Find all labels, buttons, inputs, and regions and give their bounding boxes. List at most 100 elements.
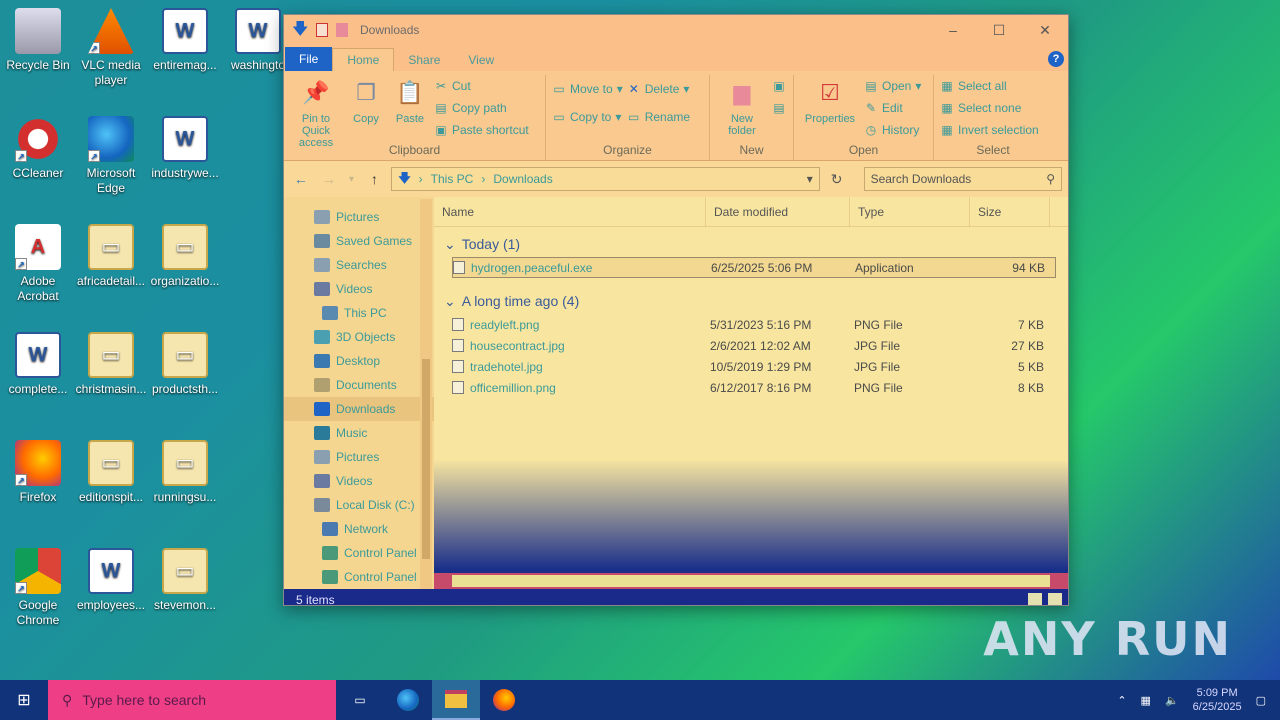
nav-item[interactable]: Saved Games — [284, 229, 434, 253]
new-folder-icon[interactable] — [336, 23, 348, 37]
nav-item[interactable]: Network — [284, 517, 434, 541]
paste-shortcut-button[interactable]: ▣ Paste shortcut — [434, 121, 528, 139]
select-all-button[interactable]: ▦ Select all — [940, 77, 1039, 95]
horizontal-scrollbar[interactable] — [434, 573, 1068, 589]
desktop-icon[interactable]: Wemployees... — [73, 548, 149, 613]
desktop-icon[interactable]: Recycle Bin — [0, 8, 76, 73]
address-dropdown-icon[interactable]: ▾ — [807, 172, 813, 186]
desktop-icon[interactable]: ▭ productsth... — [147, 332, 223, 397]
desktop-icon[interactable]: ▭ editionspit... — [73, 440, 149, 505]
copy-path-button[interactable]: ▤ Copy path — [434, 99, 529, 117]
tab-view[interactable]: View — [454, 49, 508, 71]
desktop-icon[interactable]: ↗ Firefox — [0, 440, 76, 505]
nav-item[interactable]: Desktop — [284, 349, 434, 373]
properties-icon[interactable] — [316, 23, 328, 37]
invert-selection-button[interactable]: ▦ Invert selection — [940, 121, 1038, 139]
nav-item[interactable]: Searches — [284, 253, 434, 277]
tab-home[interactable]: Home — [332, 48, 395, 71]
file-row[interactable]: hydrogen.peaceful.exe 6/25/2025 5:06 PM Ap… — [452, 257, 1056, 278]
column-name[interactable]: Name — [434, 197, 706, 226]
minimize-button[interactable]: – — [930, 15, 976, 45]
select-none-button[interactable]: ▦ Select none — [940, 99, 1039, 117]
rename-button[interactable]: ▭ Rename — [627, 105, 690, 129]
desktop-icon[interactable]: ▭ africadetail... — [73, 224, 149, 289]
close-button[interactable]: ✕ — [1022, 15, 1068, 45]
new-item-button[interactable]: ▣ — [772, 77, 786, 95]
desktop-icon[interactable]: A ↗ Adobe Acrobat — [0, 224, 76, 304]
desktop-icon[interactable]: ↗ VLC media player — [73, 8, 149, 88]
open-button[interactable]: ▤ Open ▾ — [864, 77, 921, 95]
taskbar-firefox[interactable] — [480, 680, 528, 720]
desktop-icon[interactable]: ▭ organizatio... — [147, 224, 223, 289]
tab-file[interactable]: File — [285, 47, 333, 71]
desktop-icon-label: complete... — [8, 382, 68, 396]
forward-arrow-icon[interactable]: → — [318, 171, 340, 187]
up-arrow-icon[interactable]: ↑ — [364, 171, 386, 187]
notifications-icon[interactable]: ▢ — [1256, 694, 1266, 707]
nav-item[interactable]: 3D Objects — [284, 325, 434, 349]
file-row[interactable]: readyleft.png 5/31/2023 5:16 PM PNG File 7 … — [452, 314, 1056, 335]
desktop-icon[interactable]: ▭ christmasin... — [73, 332, 149, 397]
edit-button[interactable]: ✎ Edit — [864, 99, 921, 117]
file-group-header[interactable]: ⌄ A long time ago (4) — [434, 288, 1068, 314]
cut-button[interactable]: ✂ Cut — [434, 77, 529, 95]
taskbar-edge[interactable] — [384, 680, 432, 720]
horizontal-scrollbar-thumb[interactable] — [452, 575, 1050, 587]
taskbar-search[interactable]: ⚲ Type here to search — [48, 680, 336, 720]
clock[interactable]: 5:09 PM 6/25/2025 — [1193, 686, 1242, 714]
copy-to-button[interactable]: ▭ Copy to ▾ — [552, 105, 623, 129]
search-box[interactable]: Search Downloads ⚲ — [863, 167, 1062, 191]
address-bar[interactable]: 🡇 › This PC › Downloads ▾ — [391, 167, 820, 191]
desktop-icon[interactable]: ↗ Microsoft Edge — [73, 116, 149, 196]
desktop-icon-label: christmasin... — [75, 382, 147, 396]
desktop-icon[interactable]: ▭ runningsu... — [147, 440, 223, 505]
column-size[interactable]: Size — [970, 197, 1050, 226]
nav-item[interactable]: Pictures — [284, 205, 434, 229]
nav-item[interactable]: Documents — [284, 373, 434, 397]
nav-item[interactable]: Local Disk (C:) — [284, 493, 434, 517]
desktop-icon[interactable]: Windustrywe... — [147, 116, 223, 181]
column-type[interactable]: Type — [850, 197, 970, 226]
file-group-header[interactable]: ⌄ Today (1) — [434, 231, 1068, 257]
nav-item[interactable]: Videos — [284, 277, 434, 301]
nav-item[interactable]: Videos — [284, 469, 434, 493]
details-view-icon[interactable] — [1028, 593, 1042, 605]
desktop-icon[interactable]: ↗ Google Chrome — [0, 548, 76, 628]
volume-icon[interactable]: 🔈 — [1165, 694, 1179, 707]
desktop-icon[interactable]: ↗ CCleaner — [0, 116, 76, 181]
refresh-icon[interactable]: ↻ — [826, 171, 848, 188]
maximize-button[interactable]: ☐ — [976, 15, 1022, 45]
taskbar-file-explorer[interactable] — [432, 680, 480, 720]
tab-share[interactable]: Share — [394, 49, 454, 71]
move-to-button[interactable]: ▭ Move to ▾ — [552, 77, 622, 101]
back-arrow-icon[interactable]: ← — [290, 171, 312, 187]
nav-item[interactable]: Downloads — [284, 397, 434, 421]
chevron-up-icon[interactable]: ⌃ — [1117, 694, 1126, 707]
nav-item[interactable]: Control Panel — [284, 541, 434, 565]
nav-item[interactable]: Music — [284, 421, 434, 445]
file-row[interactable]: tradehotel.jpg 10/5/2019 1:29 PM JPG File 5… — [452, 356, 1056, 377]
easy-access-button[interactable]: ▤ — [772, 99, 786, 117]
delete-button[interactable]: ✕ Delete ▾ — [627, 77, 690, 101]
task-view-button[interactable]: ▭ — [336, 680, 384, 720]
network-icon[interactable]: ▦ — [1141, 694, 1151, 707]
file-row[interactable]: officemillion.png 6/12/2017 8:16 PM PNG Fi… — [452, 377, 1056, 398]
nav-scrollbar[interactable] — [420, 199, 432, 589]
desktop-icon[interactable]: Wcomplete... — [0, 332, 76, 397]
file-row[interactable]: housecontract.jpg 2/6/2021 12:02 AM JPG Fi… — [452, 335, 1056, 356]
nav-item[interactable]: This PC — [284, 301, 434, 325]
nav-item[interactable]: Control Panel — [284, 565, 434, 589]
breadcrumb-this-pc[interactable]: This PC — [431, 172, 474, 186]
large-icons-view-icon[interactable] — [1048, 593, 1062, 605]
desktop-icon[interactable]: Wentiremag... — [147, 8, 223, 73]
down-arrow-icon[interactable]: 🡇 — [292, 22, 308, 38]
nav-item[interactable]: Pictures — [284, 445, 434, 469]
history-button[interactable]: ◷ History — [864, 121, 921, 139]
nav-scrollbar-thumb[interactable] — [422, 359, 430, 559]
column-date-modified[interactable]: Date modified — [706, 197, 850, 226]
start-button[interactable]: ⊞ — [0, 680, 48, 720]
recent-locations-icon[interactable]: ▾ — [346, 174, 358, 185]
breadcrumb-downloads[interactable]: Downloads — [493, 172, 552, 186]
desktop-icon[interactable]: ▭ stevemon... — [147, 548, 223, 613]
help-icon[interactable]: ? — [1048, 51, 1064, 67]
